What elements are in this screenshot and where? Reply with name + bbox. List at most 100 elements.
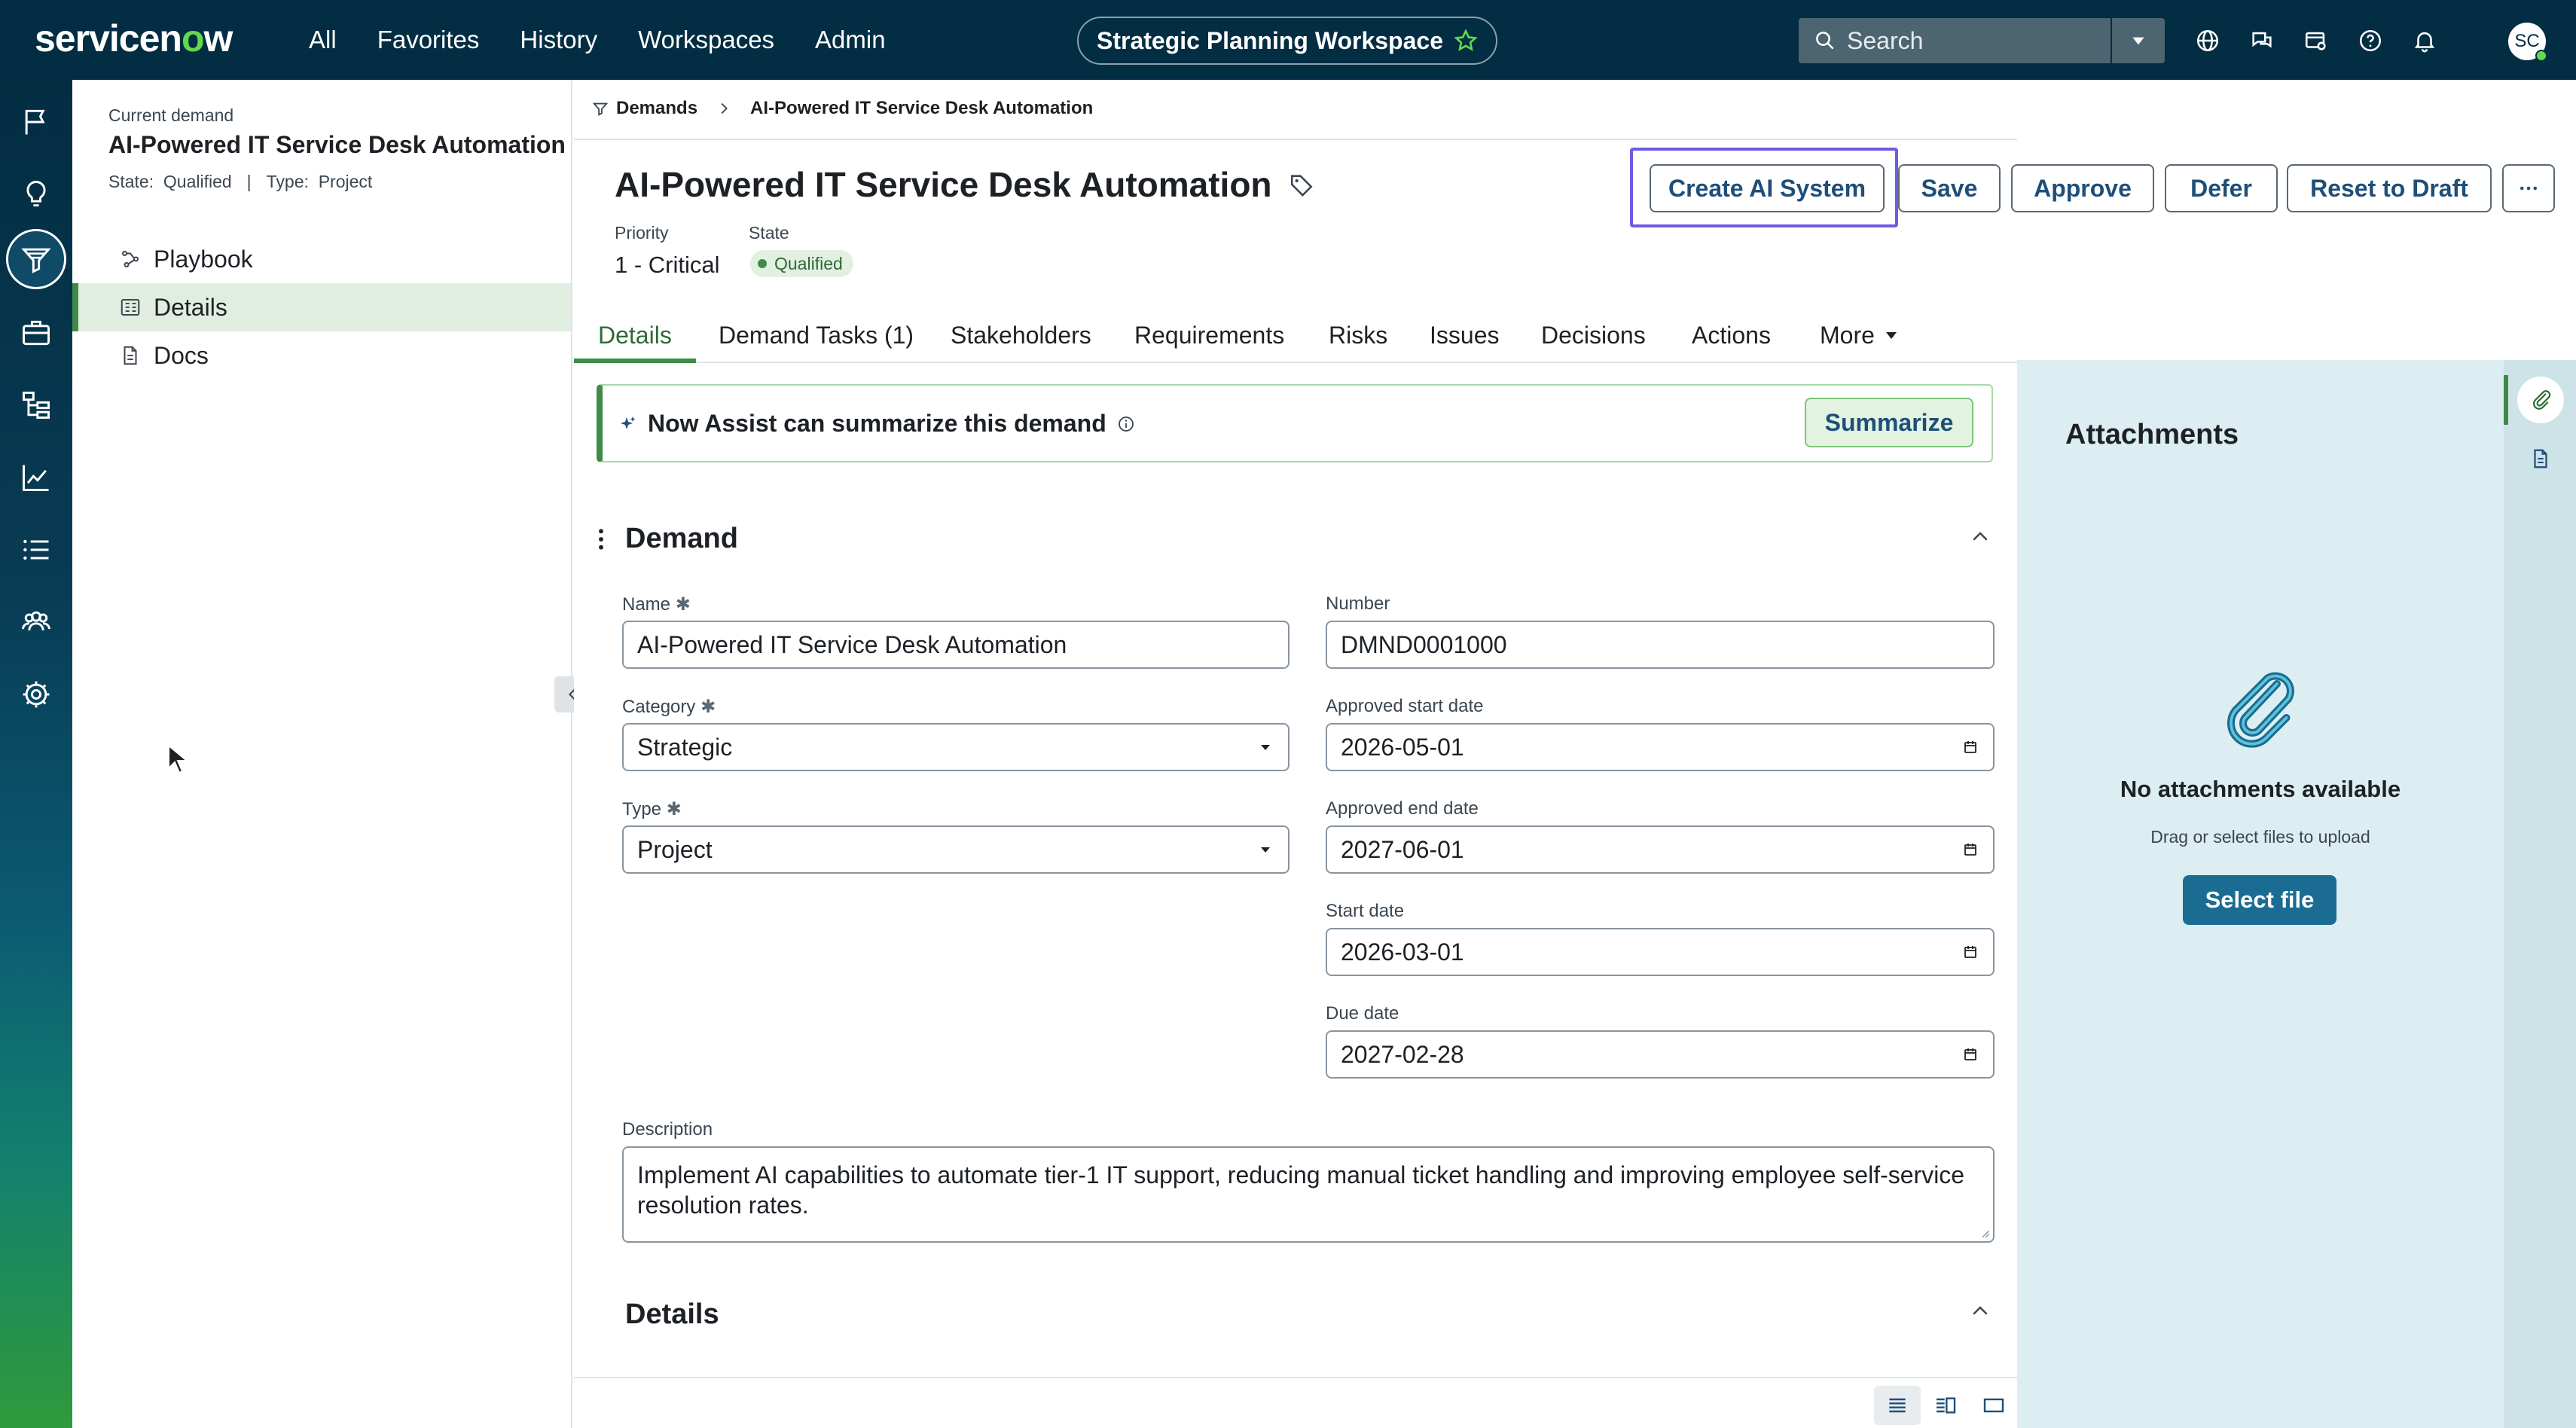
attachments-panel: Attachments No attachments available Dra…	[2017, 360, 2504, 1428]
context-nav-details[interactable]: Details	[72, 283, 571, 331]
chevron-up-icon[interactable]	[1969, 1300, 1992, 1323]
state-badge-label: Qualified	[774, 253, 843, 273]
active-panel-indicator	[2504, 375, 2508, 425]
rail-hierarchy[interactable]	[14, 383, 59, 428]
tab-actions[interactable]: Actions	[1692, 307, 1771, 363]
nav-all[interactable]: All	[309, 26, 337, 54]
type-label: Type ✱	[622, 799, 682, 819]
tab-issues[interactable]: Issues	[1430, 307, 1499, 363]
context-title: AI-Powered IT Service Desk Automation	[108, 131, 566, 158]
record-context-sidebar: Current demand AI-Powered IT Service Des…	[72, 80, 591, 1428]
tab-stakeholders[interactable]: Stakeholders	[951, 307, 1091, 363]
approve-button[interactable]: Approve	[2011, 164, 2154, 212]
approved-end-date-field[interactable]: 2027-06-01	[1326, 825, 1995, 874]
reset-to-draft-button[interactable]: Reset to Draft	[2287, 164, 2492, 212]
nav-favorites[interactable]: Favorites	[377, 26, 480, 54]
card-search-icon[interactable]	[2303, 28, 2329, 53]
tab-decisions[interactable]: Decisions	[1541, 307, 1646, 363]
star-icon[interactable]	[1454, 29, 1478, 53]
context-nav-label: Playbook	[154, 245, 253, 273]
breadcrumb-demands[interactable]: Demands	[592, 98, 697, 119]
chevron-up-icon[interactable]	[1969, 526, 1992, 548]
bell-icon[interactable]	[2412, 28, 2437, 53]
lightbulb-icon	[26, 181, 46, 207]
rail-groups[interactable]	[14, 600, 59, 645]
tab-details[interactable]: Details	[598, 307, 672, 363]
info-icon[interactable]	[1117, 415, 1135, 433]
save-button[interactable]: Save	[1898, 164, 2001, 212]
category-value: Strategic	[637, 733, 733, 761]
attachments-panel-button[interactable]	[2517, 377, 2564, 423]
now-assist-text: Now Assist can summarize this demand	[648, 410, 1106, 437]
section-drag-handle-icon[interactable]	[597, 527, 606, 551]
due-date-field[interactable]: 2027-02-28	[1326, 1030, 1995, 1079]
rail-portfolio[interactable]	[14, 310, 59, 355]
calendar-icon[interactable]	[1961, 738, 1979, 756]
details-icon	[121, 299, 140, 316]
document-icon	[2534, 449, 2547, 468]
approved-end-date-label: Approved end date	[1326, 798, 1479, 819]
context-nav-playbook[interactable]: Playbook	[72, 235, 571, 283]
help-icon[interactable]	[2358, 28, 2383, 53]
people-group-icon	[22, 611, 50, 631]
approved-start-date-field[interactable]: 2026-05-01	[1326, 723, 1995, 771]
servicenow-logo[interactable]: servicenow	[35, 17, 233, 60]
priority-caption: Priority	[615, 223, 669, 243]
defer-button[interactable]: Defer	[2165, 164, 2278, 212]
rail-analytics[interactable]	[14, 455, 59, 500]
more-actions-button[interactable]	[2502, 164, 2555, 212]
approved-start-date-label: Approved start date	[1326, 696, 1484, 716]
context-nav-docs[interactable]: Docs	[72, 331, 571, 380]
tag-icon[interactable]	[1289, 172, 1314, 197]
record-title: AI-Powered IT Service Desk Automation	[615, 164, 1314, 205]
start-date-field[interactable]: 2026-03-01	[1326, 928, 1995, 976]
user-avatar[interactable]: SC	[2508, 23, 2547, 62]
number-field[interactable]: DMND0001000	[1326, 621, 1995, 669]
single-column-icon	[1889, 1398, 1906, 1413]
workspace-title: Strategic Planning Workspace	[1097, 26, 1443, 54]
resize-grip-icon[interactable]	[1979, 1228, 1990, 1238]
state-badge: Qualified	[750, 250, 853, 277]
chevron-right-icon	[721, 102, 728, 114]
description-textarea[interactable]: Implement AI capabilities to automate ti…	[622, 1146, 1995, 1243]
calendar-icon[interactable]	[1961, 841, 1979, 859]
now-assist-banner: Now Assist can summarize this demand Sum…	[597, 384, 1993, 462]
nav-workspaces[interactable]: Workspaces	[638, 26, 774, 54]
nav-history[interactable]: History	[520, 26, 597, 54]
search-input[interactable]	[1847, 26, 2095, 55]
caret-down-icon	[1261, 745, 1270, 750]
docs-icon	[124, 346, 137, 365]
calendar-icon[interactable]	[1961, 1045, 1979, 1063]
document-panel-button[interactable]	[2517, 435, 2564, 482]
chat-icon[interactable]	[2249, 28, 2275, 53]
funnel-icon	[21, 248, 51, 273]
no-attachments-message: No attachments available	[2120, 776, 2401, 802]
number-label: Number	[1326, 593, 1390, 614]
number-value: DMND0001000	[1341, 630, 1507, 658]
calendar-icon[interactable]	[1961, 943, 1979, 961]
create-ai-system-button[interactable]: Create AI System	[1650, 164, 1885, 212]
select-file-button[interactable]: Select file	[2183, 875, 2336, 925]
search-scope-dropdown[interactable]	[2112, 18, 2165, 63]
globe-icon[interactable]	[2195, 28, 2220, 53]
rail-ideas[interactable]	[14, 172, 59, 217]
name-field[interactable]: AI-Powered IT Service Desk Automation	[622, 621, 1290, 669]
full-width-view-button[interactable]	[1970, 1386, 2017, 1425]
two-column-view-button[interactable]	[1922, 1386, 1969, 1425]
rail-demands[interactable]	[6, 229, 66, 289]
paperclip-icon	[2533, 390, 2551, 410]
rail-lists[interactable]	[14, 527, 59, 572]
rail-flag[interactable]	[14, 99, 59, 145]
category-select[interactable]: Strategic	[622, 723, 1290, 771]
summarize-button[interactable]: Summarize	[1805, 398, 1973, 447]
single-column-view-button[interactable]	[1874, 1386, 1921, 1425]
tab-requirements[interactable]: Requirements	[1134, 307, 1284, 363]
rail-settings[interactable]	[14, 672, 59, 717]
nav-admin[interactable]: Admin	[815, 26, 886, 54]
tab-more[interactable]: More	[1820, 307, 1900, 363]
type-select[interactable]: Project	[622, 825, 1290, 874]
tab-risks[interactable]: Risks	[1329, 307, 1387, 363]
global-search[interactable]	[1799, 18, 2111, 63]
workspace-title-pill[interactable]: Strategic Planning Workspace	[1077, 17, 1497, 65]
tab-demand-tasks[interactable]: Demand Tasks (1)	[719, 307, 914, 363]
